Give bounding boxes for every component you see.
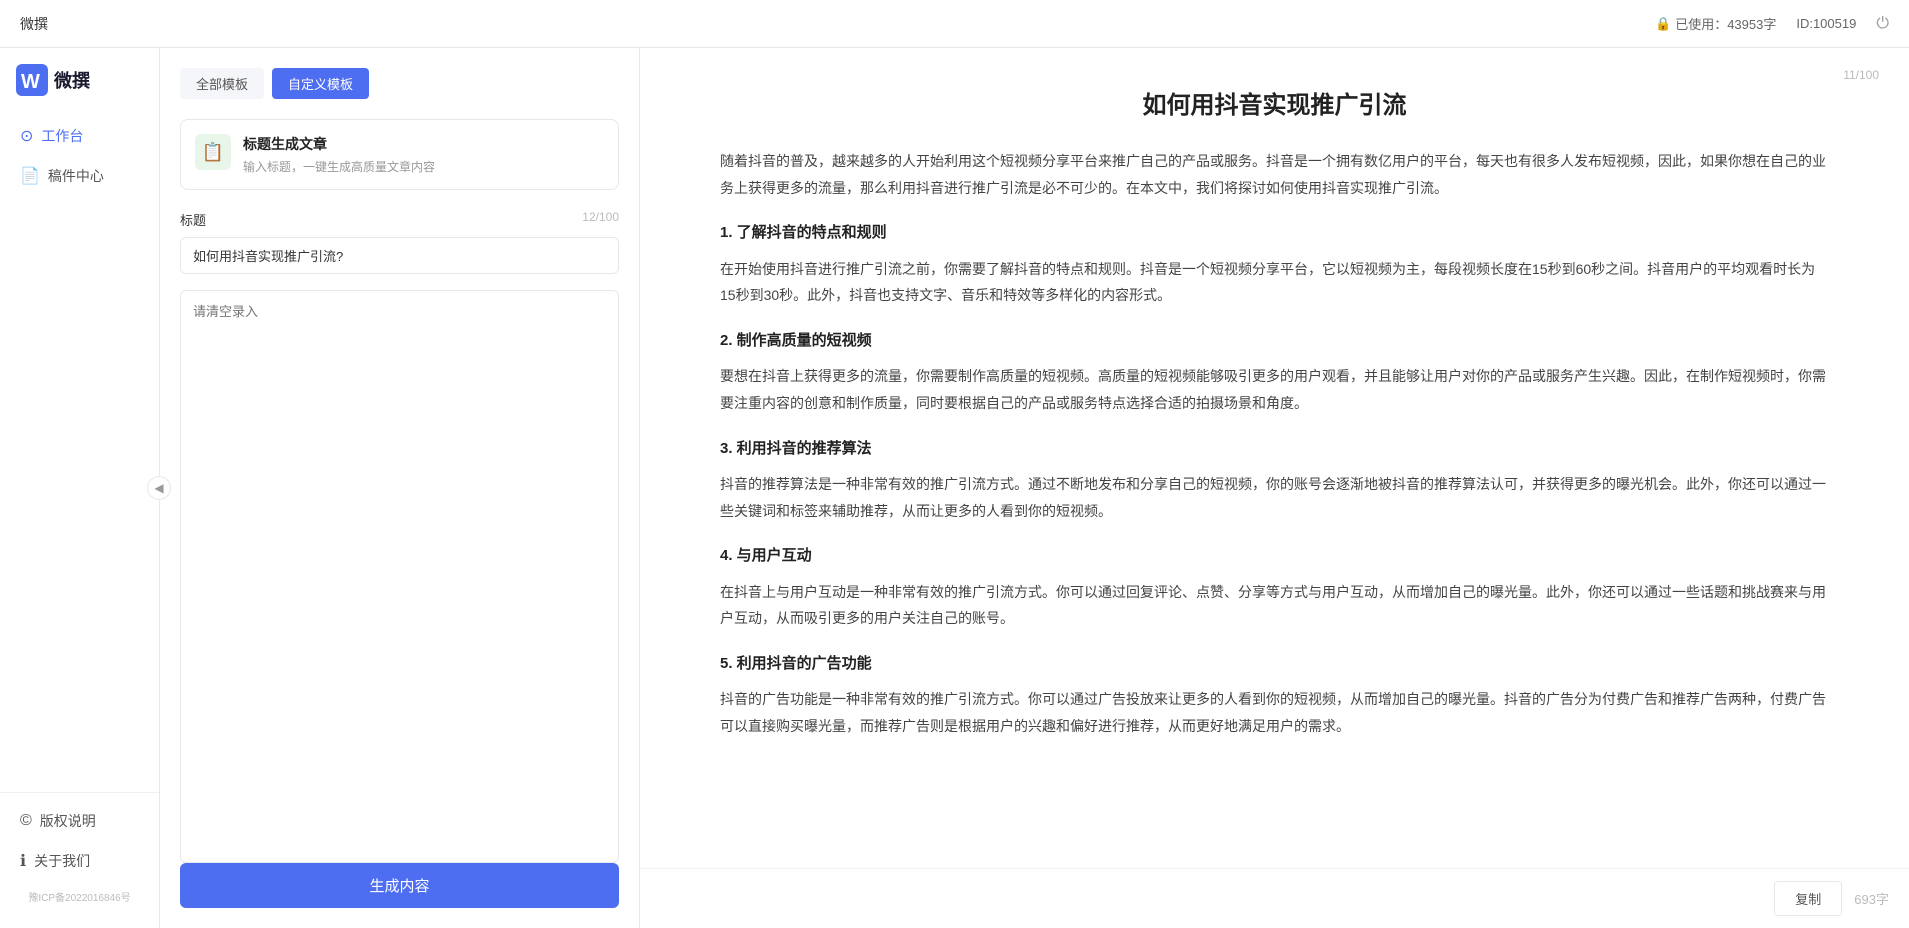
title-field-label: 标题 12/100 [180,210,619,229]
sidebar-item-copyright[interactable]: © 版权说明 [0,801,159,841]
article-paragraph: 在抖音上与用户互动是一种非常有效的推广引流方式。你可以通过回复评论、点赞、分享等… [720,579,1829,632]
template-card[interactable]: 📋 标题生成文章 输入标题，一键生成高质量文章内容 [180,119,619,190]
article-section-heading: 5. 利用抖音的广告功能 [720,650,1829,679]
content-textarea[interactable] [180,290,619,863]
sidebar: W 微撰 ⊙ 工作台 📄 稿件中心 © 版权说明 ℹ 关于我们 豫ICP备202… [0,48,160,928]
icp-text: 豫ICP备2022016846号 [28,893,130,904]
article-section-heading: 1. 了解抖音的特点和规则 [720,219,1829,248]
drafts-icon: 📄 [20,166,40,186]
article-section-heading: 3. 利用抖音的推荐算法 [720,435,1829,464]
id-label: ID:100519 [1796,16,1856,31]
content-area: 全部模板 自定义模板 📋 标题生成文章 输入标题，一键生成高质量文章内容 标题 … [160,48,1909,928]
lock-icon: 🔒 [1655,16,1671,32]
article-paragraph: 抖音的推荐算法是一种非常有效的推广引流方式。通过不断地发布和分享自己的短视频，你… [720,471,1829,524]
logo-icon: W [16,64,48,96]
sidebar-item-about[interactable]: ℹ 关于我们 [0,841,159,881]
generate-button[interactable]: 生成内容 [180,863,619,908]
sidebar-item-workspace[interactable]: ⊙ 工作台 [0,116,159,156]
logo-text: 微撰 [54,67,90,93]
sidebar-item-drafts-label: 稿件中心 [48,166,104,186]
info-icon: ℹ [20,851,26,871]
tab-custom-templates[interactable]: 自定义模板 [272,68,369,99]
sidebar-item-about-label: 关于我们 [34,851,90,871]
left-panel: 全部模板 自定义模板 📋 标题生成文章 输入标题，一键生成高质量文章内容 标题 … [160,48,640,928]
title-input[interactable] [180,237,619,274]
article-title: 如何用抖音实现推广引流 [720,88,1829,124]
sidebar-collapse-button[interactable]: ◀ [147,476,171,500]
topbar-title: 微撰 [20,14,48,34]
svg-text:W: W [21,71,40,93]
article-footer: 复制 693字 [640,868,1909,928]
copyright-icon: © [20,812,32,830]
sidebar-footer: 豫ICP备2022016846号 [0,881,159,912]
page-counter: 11/100 [1843,68,1879,82]
main-layout: W 微撰 ⊙ 工作台 📄 稿件中心 © 版权说明 ℹ 关于我们 豫ICP备202… [0,48,1909,928]
article-paragraph: 在开始使用抖音进行推广引流之前，你需要了解抖音的特点和规则。抖音是一个短视频分享… [720,256,1829,309]
workspace-icon: ⊙ [20,126,33,146]
sidebar-item-copyright-label: 版权说明 [40,811,96,831]
template-icon: 📋 [195,134,231,170]
article-paragraph: 随着抖音的普及，越来越多的人开始利用这个短视频分享平台来推广自己的产品或服务。抖… [720,148,1829,201]
usage-info: 🔒 已使用：43953字 [1655,14,1776,33]
sidebar-item-workspace-label: 工作台 [41,126,83,146]
tab-all-templates[interactable]: 全部模板 [180,68,264,99]
word-count: 693字 [1854,889,1889,908]
template-info: 标题生成文章 输入标题，一键生成高质量文章内容 [243,134,435,175]
article-paragraph: 要想在抖音上获得更多的流量，你需要制作高质量的短视频。高质量的短视频能够吸引更多… [720,363,1829,416]
topbar: 微撰 🔒 已使用：43953字 ID:100519 ⏻ [0,0,1909,48]
article-body: 随着抖音的普及，越来越多的人开始利用这个短视频分享平台来推广自己的产品或服务。抖… [720,148,1829,740]
topbar-right: 🔒 已使用：43953字 ID:100519 ⏻ [1655,14,1889,33]
usage-label: 已使用：43953字 [1675,14,1776,33]
tab-bar: 全部模板 自定义模板 [180,68,619,99]
template-desc: 输入标题，一键生成高质量文章内容 [243,158,435,175]
right-panel: 11/100 如何用抖音实现推广引流 随着抖音的普及，越来越多的人开始利用这个短… [640,48,1909,928]
sidebar-bottom: © 版权说明 ℹ 关于我们 豫ICP备2022016846号 [0,792,159,912]
article-area[interactable]: 11/100 如何用抖音实现推广引流 随着抖音的普及，越来越多的人开始利用这个短… [640,48,1909,868]
article-section-heading: 2. 制作高质量的短视频 [720,327,1829,356]
copy-button[interactable]: 复制 [1774,881,1842,916]
logo-area: W 微撰 [0,64,159,116]
article-paragraph: 抖音的广告功能是一种非常有效的推广引流方式。你可以通过广告投放来让更多的人看到你… [720,686,1829,739]
title-label-text: 标题 [180,210,206,229]
template-name: 标题生成文章 [243,134,435,154]
sidebar-item-drafts[interactable]: 📄 稿件中心 [0,156,159,196]
power-icon[interactable]: ⏻ [1876,15,1889,33]
article-section-heading: 4. 与用户互动 [720,542,1829,571]
title-counter: 12/100 [582,210,619,229]
